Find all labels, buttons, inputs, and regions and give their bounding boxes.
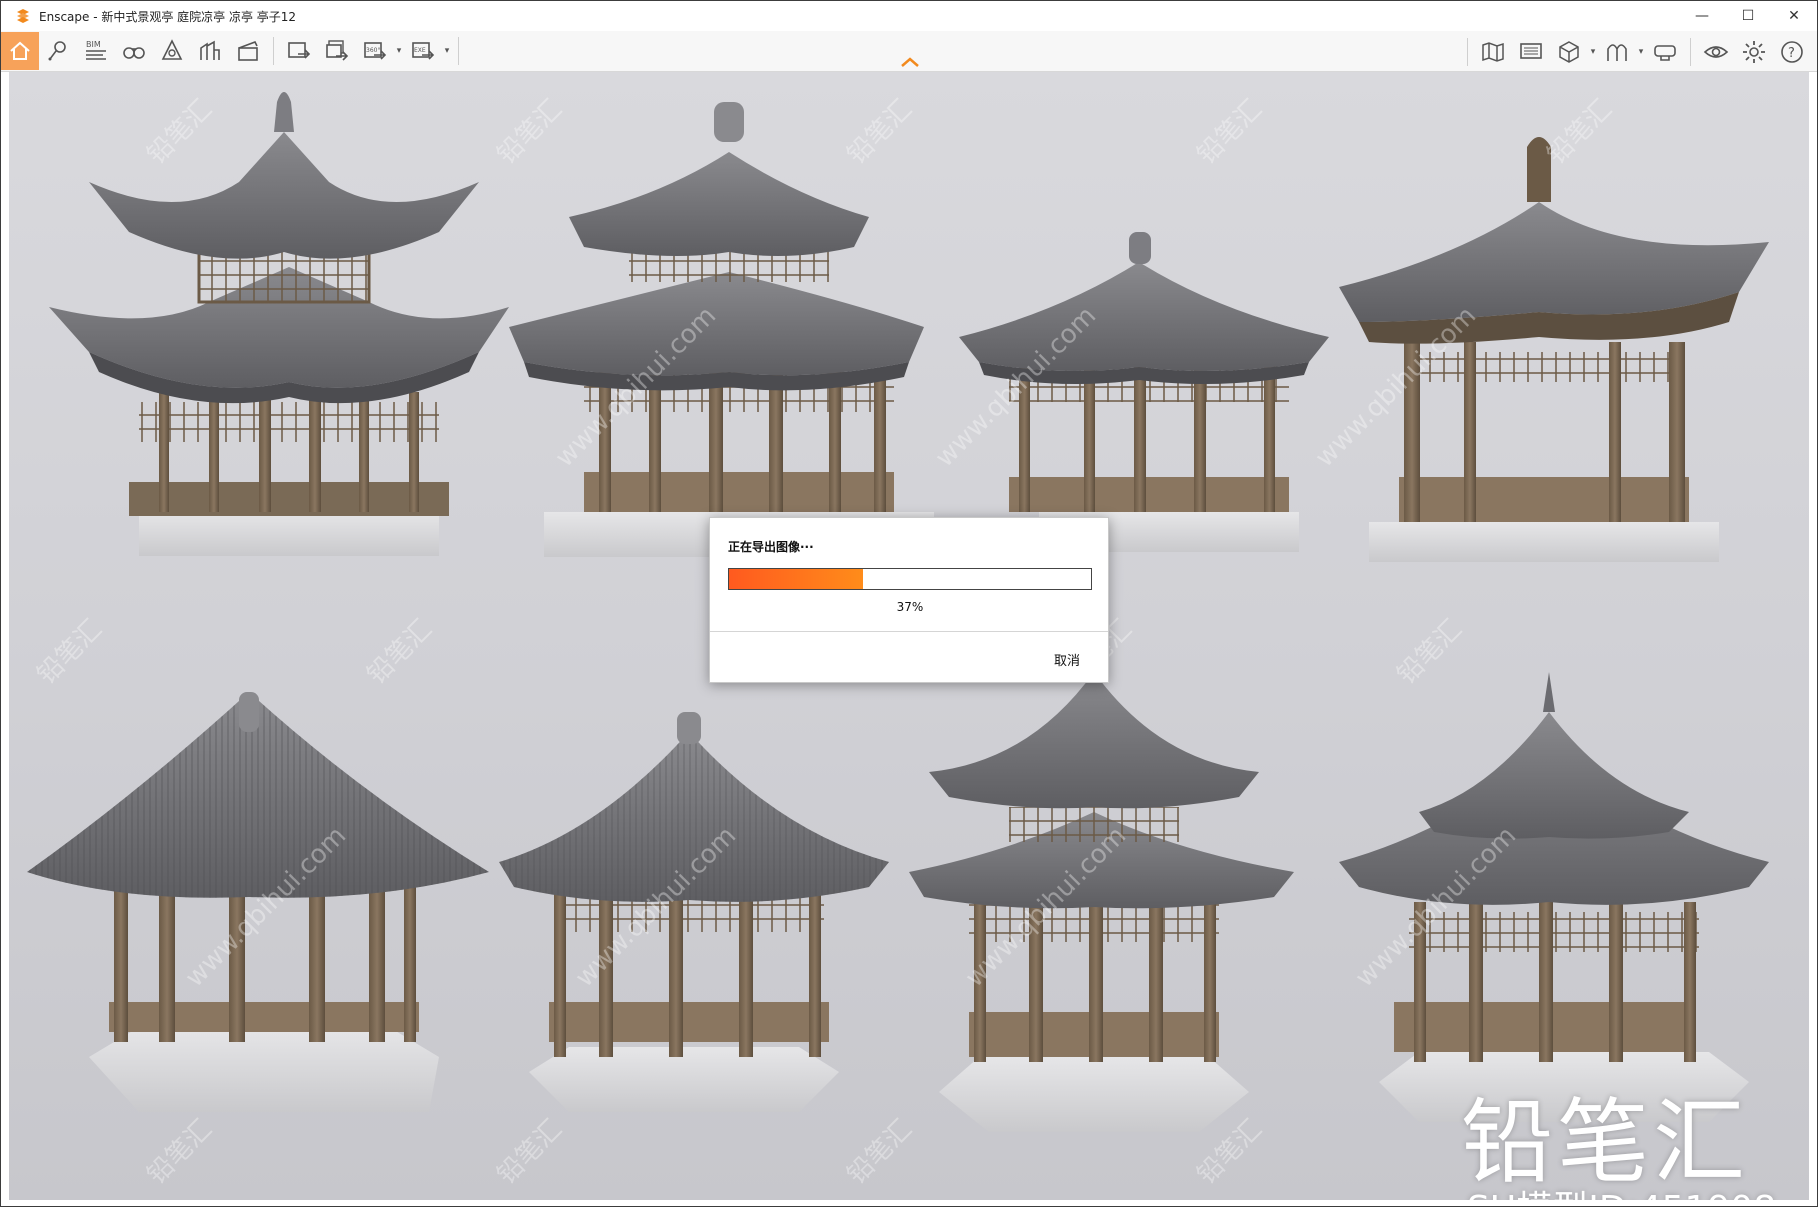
batch-export-button[interactable]: [318, 32, 356, 70]
cube-icon: [1559, 40, 1579, 63]
home-icon: [10, 41, 30, 60]
toolbar-separator: [458, 37, 459, 65]
panorama-button[interactable]: 360°: [356, 32, 394, 70]
toolbar-separator: [1467, 37, 1468, 66]
model-id-label: SU模型ID:451908: [1467, 1180, 1776, 1200]
map-button[interactable]: [1474, 33, 1512, 71]
home-button[interactable]: [1, 32, 39, 70]
exe-export-icon: EXE: [412, 42, 435, 60]
settings-button[interactable]: [1735, 33, 1773, 71]
progress-bar: [728, 568, 1092, 590]
gear-icon: [1743, 40, 1765, 63]
pavilion-5: [27, 692, 489, 1112]
exe-export-button[interactable]: EXE: [404, 32, 442, 70]
arch-dropdown-caret[interactable]: ▾: [1636, 47, 1646, 57]
toolbar-right-group: ▾ ▾ ?: [1461, 31, 1811, 72]
pavilion-6: [499, 712, 889, 1112]
vr-button[interactable]: [1646, 33, 1684, 71]
toolbar-separator: [273, 37, 274, 65]
dialog-divider: [710, 631, 1108, 632]
help-label: ?: [1788, 46, 1795, 61]
pavilion-4: [1339, 137, 1769, 562]
cube-dropdown-caret[interactable]: ▾: [1588, 47, 1598, 57]
section-button[interactable]: [153, 32, 191, 70]
window-title: Enscape - 新中式景观亭 庭院凉亭 凉亭 亭子12: [39, 9, 297, 24]
panorama-label: 360°: [366, 47, 380, 54]
monitor-button[interactable]: [1512, 33, 1550, 71]
toolbar-separator: [1690, 37, 1691, 66]
help-button[interactable]: ?: [1773, 33, 1811, 71]
exe-label: EXE: [414, 47, 426, 54]
bim-button[interactable]: BIM: [77, 32, 115, 70]
pavilion-2: [509, 102, 934, 557]
progress-bar-fill: [729, 569, 863, 589]
dialog-title: 正在导出图像···: [728, 540, 814, 554]
location-button[interactable]: [39, 32, 77, 70]
buildings-button[interactable]: [191, 32, 229, 70]
map-icon: [1482, 41, 1504, 62]
enscape-logo-icon: [17, 9, 29, 23]
visual-settings-button[interactable]: [1697, 33, 1735, 71]
export-progress-dialog: 正在导出图像··· 37% 取消: [709, 517, 1109, 683]
maximize-button[interactable]: ☐: [1725, 1, 1771, 31]
enscape-window: Enscape - 新中式景观亭 庭院凉亭 凉亭 亭子12 — ☐ ✕ BIM: [0, 0, 1818, 1207]
batch-export-icon: [326, 40, 349, 61]
binoculars-button[interactable]: [115, 32, 153, 70]
panorama-dropdown-caret[interactable]: ▾: [394, 46, 404, 56]
monitor-icon: [1520, 42, 1542, 59]
pavilion-1: [49, 92, 509, 556]
location-pin-icon: [48, 41, 66, 61]
toolbar-collapse-chevron-icon[interactable]: [899, 55, 921, 69]
title-bar: Enscape - 新中式景观亭 庭院凉亭 凉亭 亭子12 — ☐ ✕: [1, 1, 1817, 31]
arch-icon: [1607, 43, 1627, 61]
clapper-icon: [238, 40, 258, 61]
screenshot-button[interactable]: [280, 32, 318, 70]
help-icon: ?: [1781, 40, 1803, 63]
arch-button[interactable]: [1598, 33, 1636, 71]
minimize-button[interactable]: —: [1679, 1, 1725, 31]
exe-dropdown-caret[interactable]: ▾: [442, 46, 452, 56]
cube-button[interactable]: [1550, 33, 1588, 71]
pavilion-8: [1339, 672, 1769, 1122]
bim-label: BIM: [86, 40, 101, 49]
panorama-360-icon: 360°: [364, 42, 387, 60]
close-button[interactable]: ✕: [1771, 1, 1817, 31]
cancel-button[interactable]: 取消: [1054, 650, 1080, 669]
progress-percentage: 37%: [896, 600, 924, 614]
eye-icon: [1703, 45, 1729, 58]
section-icon: [161, 39, 183, 60]
video-button[interactable]: [229, 32, 267, 70]
pavilion-3: [959, 232, 1329, 552]
buildings-icon: [200, 40, 220, 60]
bim-icon: BIM: [86, 40, 106, 60]
vr-headset-icon: [1654, 44, 1676, 61]
binoculars-icon: [123, 47, 145, 59]
pavilion-7: [909, 632, 1294, 1132]
window-controls: — ☐ ✕: [1679, 1, 1817, 31]
screenshot-export-icon: [288, 42, 311, 59]
